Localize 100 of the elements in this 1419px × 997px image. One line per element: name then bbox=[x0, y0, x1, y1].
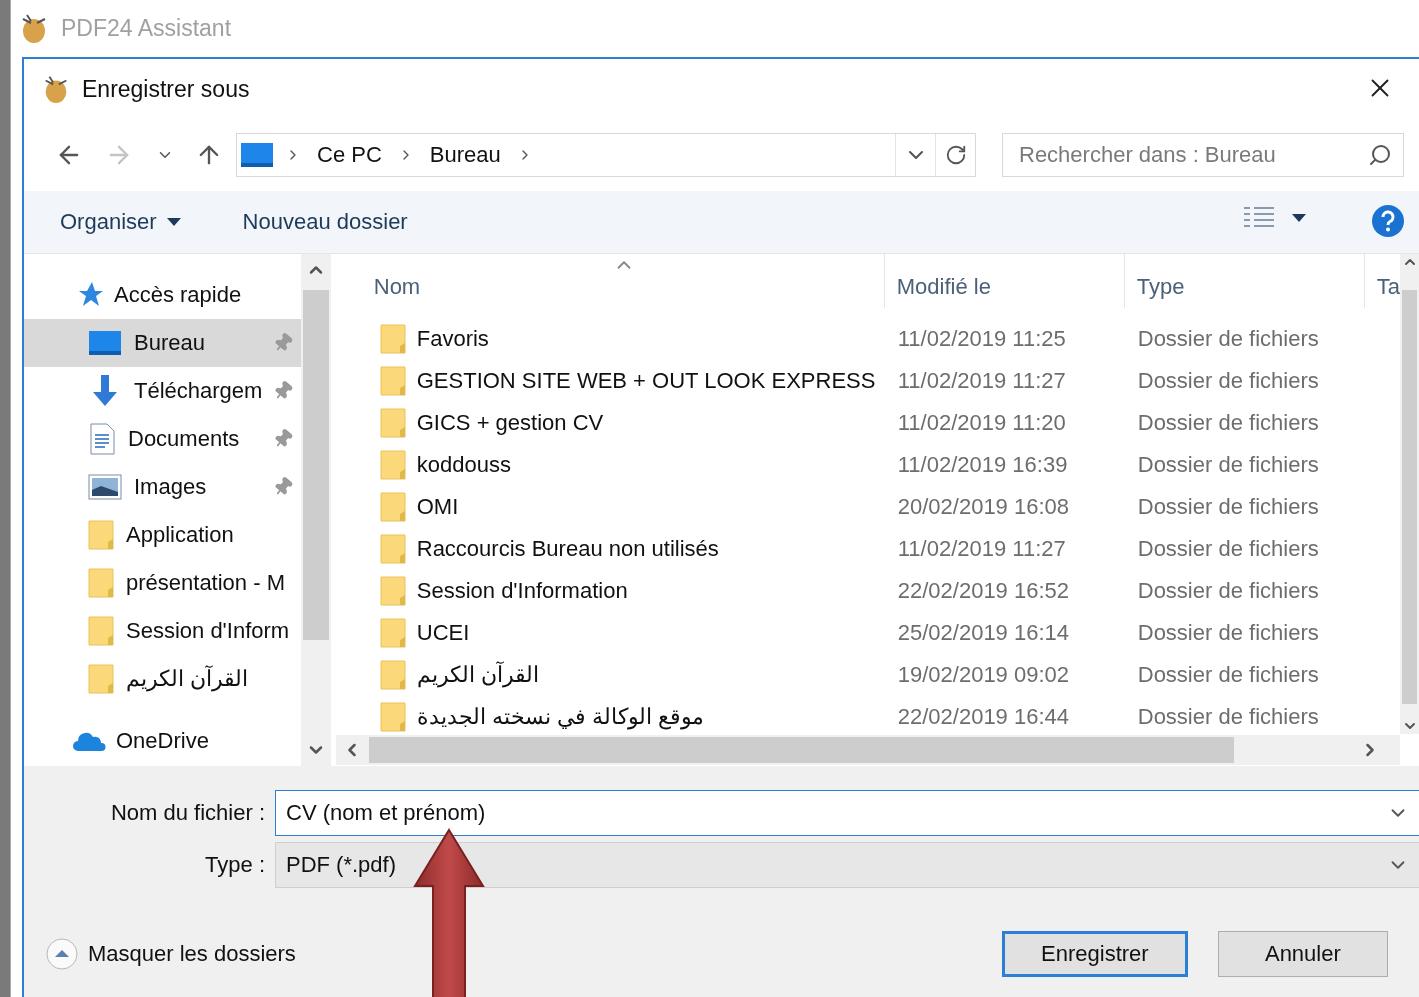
folder-icon bbox=[379, 323, 406, 355]
file-row[interactable]: Session d'Information 22/02/2019 16:52 Dossier de fichiers bbox=[335, 570, 1400, 612]
file-type: Dossier de fichiers bbox=[1136, 704, 1320, 730]
folder-icon bbox=[379, 491, 406, 523]
sidebar-label: Documents bbox=[128, 426, 240, 452]
folder-icon bbox=[88, 567, 114, 599]
hide-folders-button[interactable]: Masquer les dossiers bbox=[46, 938, 296, 970]
organize-button[interactable]: Organiser bbox=[60, 209, 181, 235]
file-type: Dossier de fichiers bbox=[1136, 410, 1320, 436]
column-header[interactable]: Nom bbox=[365, 254, 884, 308]
file-name: القرآن الكريم bbox=[416, 662, 539, 688]
file-type: Dossier de fichiers bbox=[1136, 326, 1320, 352]
onedrive-item[interactable]: OneDrive bbox=[24, 717, 302, 765]
sidebar-item[interactable]: présentation - M bbox=[24, 559, 302, 607]
file-row[interactable]: UCEI 25/02/2019 16:14 Dossier de fichiers bbox=[335, 612, 1400, 654]
address-bar[interactable]: Ce PC Bureau bbox=[236, 133, 976, 177]
file-row[interactable]: koddouss 11/02/2019 16:39 Dossier de fichiers bbox=[335, 444, 1400, 486]
sidebar-label: القرآن الكريم bbox=[126, 666, 249, 692]
modified-date: 22/02/2019 16:52 bbox=[896, 578, 1071, 604]
collapse-icon bbox=[46, 938, 78, 970]
file-type: Dossier de fichiers bbox=[1136, 368, 1320, 394]
file-type: Dossier de fichiers bbox=[1136, 620, 1320, 646]
modified-date: 22/02/2019 16:44 bbox=[896, 704, 1071, 730]
file-name: Session d'Information bbox=[416, 578, 628, 604]
sidebar-item[interactable]: Documents bbox=[24, 415, 302, 463]
file-row[interactable]: GICS + gestion CV 11/02/2019 11:20 Dossier de fichiers bbox=[335, 402, 1400, 444]
field-label: Type : bbox=[204, 852, 265, 878]
file-name: GICS + gestion CV bbox=[416, 410, 604, 436]
folder-icon bbox=[379, 701, 406, 733]
save-button[interactable]: Enregistrer bbox=[1001, 931, 1188, 977]
modified-date: 25/02/2019 16:14 bbox=[896, 620, 1071, 646]
search-icon bbox=[1368, 143, 1392, 167]
file-name: موقع الوكالة في نسخته الجديدة bbox=[416, 704, 705, 730]
sidebar-label: Images bbox=[134, 474, 207, 500]
folder-icon bbox=[88, 663, 114, 695]
desktop-icon bbox=[241, 143, 273, 167]
folder-icon bbox=[379, 533, 406, 565]
cloud-icon bbox=[72, 730, 106, 752]
vertical-scrollbar[interactable] bbox=[1400, 254, 1419, 734]
caret-down-icon bbox=[166, 218, 181, 226]
refresh-icon bbox=[944, 144, 967, 166]
file-row[interactable]: GESTION SITE WEB + OUT LOOK EXPRESS 11/02/2019 11:27 Dossier de fichiers bbox=[335, 360, 1400, 402]
file-name: UCEI bbox=[416, 620, 470, 646]
field-label: Nom du fichier : bbox=[109, 800, 265, 826]
file-name: GESTION SITE WEB + OUT LOOK EXPRESS bbox=[416, 368, 876, 394]
folder-icon bbox=[88, 615, 114, 647]
scrollbar[interactable] bbox=[301, 254, 331, 766]
modified-date: 19/02/2019 09:02 bbox=[896, 662, 1071, 688]
modified-date: 11/02/2019 11:25 bbox=[896, 326, 1067, 352]
modified-date: 20/02/2019 16:08 bbox=[896, 494, 1071, 520]
search-field[interactable]: Rechercher dans : Bureau bbox=[1002, 133, 1404, 177]
file-name: koddouss bbox=[416, 452, 511, 478]
folder-icon bbox=[379, 449, 406, 481]
modified-date: 11/02/2019 11:27 bbox=[896, 368, 1067, 394]
column-header[interactable]: Type bbox=[1123, 254, 1364, 308]
modified-date: 11/02/2019 16:39 bbox=[896, 452, 1069, 478]
folder-icon bbox=[88, 519, 114, 551]
new-folder-button[interactable]: Nouveau dossier bbox=[242, 209, 408, 235]
folder-icon bbox=[379, 575, 406, 607]
sidebar-label: Session d'Inform bbox=[126, 618, 290, 644]
file-type: Dossier de fichiers bbox=[1136, 536, 1320, 562]
desktop-icon bbox=[88, 330, 122, 356]
file-row[interactable]: Favoris 11/02/2019 11:25 Dossier de fichiers bbox=[335, 318, 1400, 360]
file-name: Raccourcis Bureau non utilisés bbox=[416, 536, 719, 562]
file-type: Dossier de fichiers bbox=[1136, 662, 1320, 688]
sidebar-label: Bureau bbox=[134, 330, 205, 356]
sidebar-item[interactable]: Application bbox=[24, 511, 302, 559]
filename-field[interactable]: CV (nom et prénom) bbox=[275, 790, 1419, 836]
window-title: PDF24 Assistant bbox=[61, 14, 232, 42]
dialog-title: Enregistrer sous bbox=[82, 75, 250, 103]
modified-date: 11/02/2019 11:20 bbox=[896, 410, 1067, 436]
sidebar-item[interactable]: Session d'Inform bbox=[24, 607, 302, 655]
sidebar-item[interactable]: Téléchargem bbox=[24, 367, 302, 415]
file-type: Dossier de fichiers bbox=[1136, 578, 1320, 604]
folder-icon bbox=[379, 365, 406, 397]
horizontal-scrollbar[interactable] bbox=[335, 735, 1400, 765]
help-icon[interactable] bbox=[1372, 205, 1404, 237]
caret-down-icon bbox=[1292, 214, 1306, 222]
sidebar-label: présentation - M bbox=[126, 570, 285, 596]
file-name: OMI bbox=[416, 494, 459, 520]
file-type-dropdown[interactable]: PDF (*.pdf) bbox=[275, 842, 1419, 888]
cancel-button[interactable]: Annuler bbox=[1217, 931, 1388, 977]
file-row[interactable]: OMI 20/02/2019 16:08 Dossier de fichiers bbox=[335, 486, 1400, 528]
file-type: Dossier de fichiers bbox=[1136, 452, 1320, 478]
quick-access-item[interactable]: Accès rapide bbox=[24, 271, 302, 319]
sidebar-item[interactable]: Images bbox=[24, 463, 302, 511]
breadcrumb-item[interactable]: Ce PC bbox=[313, 142, 386, 168]
sidebar-label: Application bbox=[126, 522, 234, 548]
modified-date: 11/02/2019 11:27 bbox=[896, 536, 1067, 562]
sidebar-item[interactable]: القرآن الكريم bbox=[24, 655, 302, 703]
file-row[interactable]: Raccourcis Bureau non utilisés 11/02/2019 11:27 Dossier de fichiers bbox=[335, 528, 1400, 570]
folder-icon bbox=[379, 659, 406, 691]
folder-icon bbox=[379, 407, 406, 439]
file-name: Favoris bbox=[416, 326, 489, 352]
breadcrumb-item[interactable]: Bureau bbox=[425, 142, 505, 168]
image-icon bbox=[88, 474, 122, 500]
folder-icon bbox=[379, 617, 406, 649]
sidebar-item[interactable]: Bureau bbox=[24, 319, 302, 367]
column-header[interactable]: Modifié le bbox=[883, 254, 1124, 308]
file-type: Dossier de fichiers bbox=[1136, 494, 1320, 520]
